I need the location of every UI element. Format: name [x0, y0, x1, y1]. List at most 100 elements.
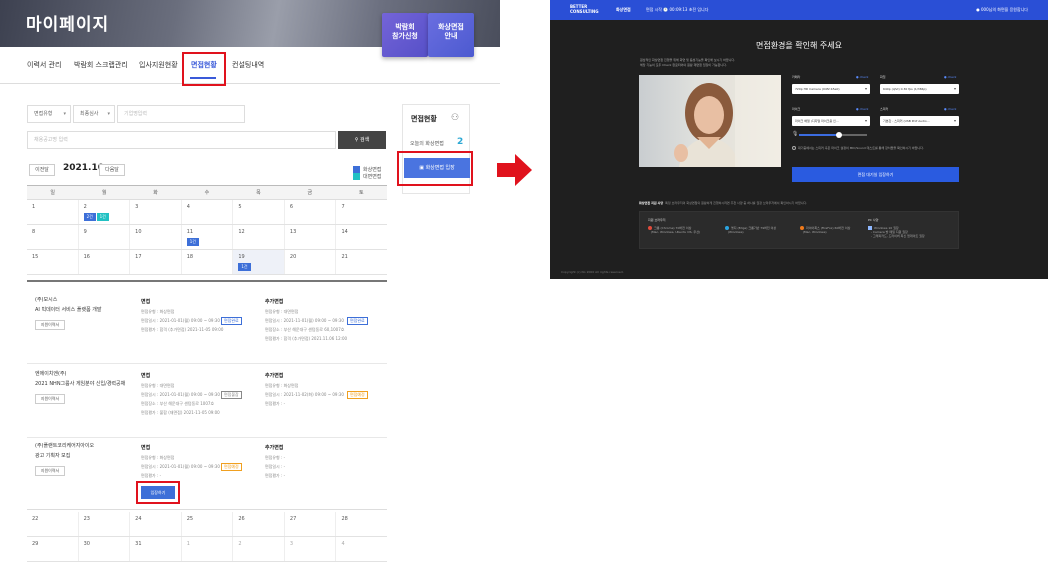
day-number: 11 — [186, 229, 194, 235]
calendar-week: 22 23 24 25 26 27 28 — [27, 512, 387, 537]
calendar-day[interactable]: 7 — [336, 200, 387, 224]
day-number: 24 — [135, 516, 142, 522]
camera-preview — [639, 75, 781, 167]
tab-fair-scrap[interactable]: 박람회 스크랩관리 — [74, 60, 128, 70]
calendar-day[interactable]: 24 — [130, 512, 182, 536]
calendar-day[interactable]: 17 — [130, 250, 182, 274]
interview-count-tag[interactable]: 1건 — [186, 238, 199, 246]
speaker-select[interactable]: 기본값 - 스피커 (USB PnP Audio... ▾ — [880, 116, 959, 126]
calendar-day[interactable]: 8 — [27, 225, 79, 249]
calendar-day[interactable]: 19 1건 — [233, 250, 285, 274]
chevron-down-icon: ▾ — [63, 111, 66, 117]
calendar-day[interactable]: 15 — [27, 250, 79, 274]
panel-title: 면접현황 — [411, 115, 437, 123]
weekday-label: 토 — [358, 190, 364, 196]
legend-swatch-face — [353, 173, 360, 180]
calendar-day[interactable]: 10 — [130, 225, 182, 249]
tab-consulting[interactable]: 컨설팅내역 — [232, 60, 264, 70]
calendar-day[interactable]: 20 — [285, 250, 337, 274]
resume-button[interactable]: 지원이력서 — [35, 320, 65, 330]
interview-count-tag[interactable]: 1건 — [96, 213, 109, 221]
calendar-day[interactable]: 29 — [27, 537, 79, 561]
day-number: 17 — [135, 254, 142, 260]
woman-portrait-image — [674, 75, 781, 167]
highlight-box-tab — [182, 52, 226, 86]
resume-button[interactable]: 지원이력서 — [35, 466, 65, 476]
calendar-day[interactable]: 3 — [285, 537, 337, 561]
calendar-day[interactable]: 12 — [233, 225, 285, 249]
tab-applications[interactable]: 입사지원현황 — [139, 60, 178, 70]
today-interview-count: 2 — [457, 137, 464, 147]
interview-head: 면접 — [141, 373, 151, 379]
browser-head: 지원 브라우저 — [648, 218, 666, 222]
calendar-day[interactable]: 6 — [285, 200, 337, 224]
mic-select[interactable]: 마이크 배열 (디지털 마이크용 인... ▾ — [792, 116, 870, 126]
weekday-header: 일월화수목금토 — [27, 186, 387, 200]
calendar-day[interactable]: 4 — [336, 537, 387, 561]
resume-button[interactable]: 지원이력서 — [35, 394, 65, 404]
calendar-day[interactable]: 26 — [233, 512, 285, 536]
interview-count-tag[interactable]: 1건 — [238, 263, 251, 271]
day-number: 4 — [341, 541, 345, 547]
calendar-day[interactable]: 5 — [233, 200, 285, 224]
calendar-day[interactable]: 31 — [130, 537, 182, 561]
calendar-day[interactable]: 16 — [79, 250, 131, 274]
day-number: 18 — [186, 254, 194, 260]
day-number: 15 — [32, 254, 39, 260]
calendar-day[interactable]: 2 2건 1건 — [79, 200, 131, 224]
calendar-day[interactable]: 23 — [79, 512, 131, 536]
status-select[interactable]: 최종심사 ▾ — [73, 105, 115, 123]
next-month-button[interactable]: 다음달 — [99, 164, 125, 176]
calendar-day[interactable]: 4 — [182, 200, 234, 224]
pc-head: PC 사양 — [868, 218, 879, 222]
weekday-label: 수 — [204, 190, 210, 196]
day-number: 20 — [289, 254, 297, 260]
fair-apply-label: 박람회 참가신청 — [392, 23, 418, 40]
calendar-day[interactable]: 13 — [285, 225, 337, 249]
resolution-select[interactable]: 640p (qhd) 0.30 fps (1/384p) ▾ — [880, 84, 959, 94]
setup-title: 화상면접 — [616, 7, 631, 12]
setup-subtext: 원남적인 화상면접 진행을 위해 화면 및 음성기능을 확인해 보시기 바랍니다… — [640, 58, 736, 67]
keyword-input[interactable]: 채용공고명 입력 — [27, 131, 336, 149]
calendar-day[interactable]: 18 — [182, 250, 234, 274]
tab-resume[interactable]: 이력서 관리 — [27, 60, 61, 70]
day-number: 3 — [289, 541, 294, 547]
calendar-day[interactable]: 11 1건 — [182, 225, 234, 249]
weekday-label: 월 — [101, 190, 107, 196]
calendar-day[interactable]: 14 — [336, 225, 387, 249]
calendar-day[interactable]: 21 — [336, 250, 387, 274]
enter-waiting-room-button[interactable]: 면접 대기실 입장하기 — [792, 167, 959, 182]
interview-type-select[interactable]: 면접유형 ▾ — [27, 105, 71, 123]
mic-volume-slider[interactable] — [799, 132, 867, 138]
mic-volume-fill — [799, 134, 839, 136]
note-radio[interactable] — [792, 146, 796, 150]
fair-apply-button[interactable]: 박람회 참가신청 — [382, 13, 428, 57]
camera-select[interactable]: 720p HD Camera (04f2:b5e0) ▾ — [792, 84, 870, 94]
calendar-day[interactable]: 22 — [27, 512, 79, 536]
day-number: 28 — [341, 516, 348, 522]
video-interview-guide-button[interactable]: 화상면접 안내 — [428, 13, 474, 57]
calendar-day[interactable]: 28 — [336, 512, 387, 536]
posting-title: 광고 기획자 모집 — [35, 453, 71, 459]
weekday-label: 금 — [307, 190, 313, 196]
browser-chrome: 크롬 (Chrome) 70버전 이상 (Mac, Windows, Ubunt… — [648, 226, 700, 234]
prev-month-button[interactable]: 이전달 — [29, 164, 55, 176]
calendar-day[interactable]: 30 — [79, 537, 131, 561]
calendar-day[interactable]: 2 — [233, 537, 285, 561]
interview-count-tag[interactable]: 2건 — [83, 213, 96, 221]
calendar-day[interactable]: 25 — [182, 512, 234, 536]
mypage-tabs: 이력서 관리 박람회 스크랩관리 입사지원현황 면접현황 컨설팅내역 — [0, 60, 500, 84]
day-number: 7 — [341, 204, 345, 210]
mic-volume-knob[interactable] — [836, 132, 842, 138]
calendar-week: 15 16 17 18 19 1건 20 21 — [27, 250, 387, 275]
day-number: 2 — [238, 541, 242, 547]
calendar-day[interactable]: 9 — [79, 225, 131, 249]
calendar-day[interactable]: 27 — [285, 512, 337, 536]
calendar-day[interactable]: 1 — [27, 200, 79, 224]
calendar-day[interactable]: 1 — [182, 537, 234, 561]
mic-label: 마이크 — [792, 107, 801, 111]
calendar-day[interactable]: 3 — [130, 200, 182, 224]
company-input[interactable]: 기업명입력 — [117, 105, 245, 123]
search-button[interactable]: ⚲ 검색 — [338, 131, 386, 149]
chevron-down-icon: ▾ — [107, 111, 110, 117]
